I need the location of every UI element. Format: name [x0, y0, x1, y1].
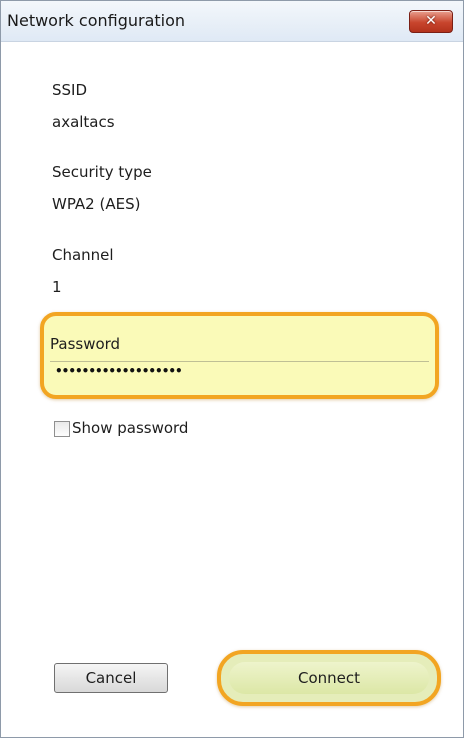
- password-highlight: Password •••••••••••••••••••: [40, 312, 439, 399]
- security-type-value: WPA2 (AES): [52, 195, 141, 213]
- show-password-checkbox[interactable]: [54, 421, 70, 437]
- title-bar: Network configuration ✕: [1, 1, 463, 42]
- network-configuration-dialog: Network configuration ✕ SSID axaltacs Se…: [0, 0, 464, 738]
- show-password-label[interactable]: Show password: [72, 419, 188, 437]
- close-button[interactable]: ✕: [409, 10, 453, 33]
- connect-button[interactable]: Connect: [229, 662, 429, 694]
- password-masked-value: •••••••••••••••••••: [55, 364, 183, 378]
- dialog-title: Network configuration: [7, 11, 186, 30]
- ssid-label: SSID: [52, 81, 88, 99]
- password-label: Password: [50, 335, 121, 353]
- password-input[interactable]: •••••••••••••••••••: [50, 361, 429, 386]
- ssid-value: axaltacs: [52, 113, 115, 131]
- channel-label: Channel: [52, 246, 114, 264]
- channel-value: 1: [52, 278, 62, 296]
- connect-highlight: Connect: [217, 650, 441, 706]
- security-type-label: Security type: [52, 163, 152, 181]
- cancel-button[interactable]: Cancel: [54, 663, 168, 693]
- close-icon: ✕: [425, 13, 437, 29]
